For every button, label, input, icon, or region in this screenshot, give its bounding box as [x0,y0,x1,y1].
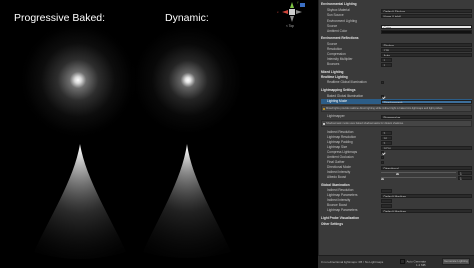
compress-lightmaps-checkbox[interactable] [381,150,385,154]
lighting-mode-dropdown[interactable]: Shadowmask [381,99,472,104]
slider-handle[interactable] [381,177,384,180]
albedo-boost-slider[interactable] [381,177,456,180]
reflection-compression-dropdown[interactable]: Auto [381,52,472,57]
lightmap-status-text: 0 non-directional lightmaps: 0B / No Lig… [321,260,384,264]
indirect-intensity-slider[interactable] [381,172,456,175]
axis-gizmo-icon[interactable] [266,0,318,34]
lightmap-padding-field[interactable]: 2 [381,140,392,145]
lightmap-parameters-dropdown[interactable]: Default-Medium [381,193,472,198]
orientation-gizmo[interactable]: x y < Top [266,0,318,34]
reflections-foldout[interactable]: Environment Reflections [321,36,472,41]
gizmo-view-label[interactable]: < Top [286,24,294,28]
indirect-resolution-field[interactable]: 2 [381,130,392,135]
dynamic-spot-light-cone [143,144,231,258]
lightmapper-dropdown[interactable]: Progressive [381,114,472,119]
baked-gi-checkbox[interactable] [381,94,385,98]
progressive-baked-caption: Progressive Baked: [14,12,106,24]
lighting-mode-row[interactable]: Lighting Mode Shadowmask [321,99,472,104]
dynamic-point-light-glow [130,22,246,138]
albedo-boost-field[interactable]: 1 [458,175,472,180]
realtime-gi-row: Realtime Global Illumination [321,80,472,85]
sun-source-field[interactable]: None (Light) [381,13,472,18]
lightmap-parameters-dropdown-2[interactable]: Default-Medium [381,208,472,213]
reflection-resolution-dropdown[interactable]: 128 [381,47,472,52]
gizmo-x-label: x [277,10,279,14]
shadowmask-hint: Shadowmask mode uses baked shadowmasks f… [321,120,472,127]
baked-spot-light-cone [34,144,126,259]
sun-source-row: Sun Source None (Light) [321,13,472,18]
reflection-bounces-field[interactable]: 1 [381,62,392,67]
gi-row-5: Lightmap Parameters Default-Medium [321,208,472,213]
env-source-dropdown[interactable]: Color [381,24,472,29]
generate-lighting-button[interactable]: Generate Lighting [442,258,470,265]
warning-icon [322,107,326,111]
scene-view[interactable]: Progressive Baked: Dynamic: [0,0,266,267]
final-gather-checkbox[interactable] [381,160,385,164]
realtime-gi-checkbox[interactable] [381,80,385,84]
intensity-multiplier-field[interactable]: 1 [381,57,392,62]
lightmapping-foldout[interactable]: Lightmapping Settings [321,88,472,93]
auto-generate-checkbox[interactable] [400,258,405,264]
albedo-boost-row: Albedo Boost 1 [321,175,472,180]
light-probe-foldout[interactable]: Light Probe Visualization [321,216,472,221]
gi-field-3[interactable] [381,198,392,203]
skybox-material-field[interactable]: Default-Skybox [381,8,472,13]
reflection-bounces-row: Bounces 1 [321,62,472,67]
mixed-lighting-hint: Mixed lights provide realtime direct lig… [321,105,472,112]
directional-mode-dropdown[interactable]: Directional [381,165,472,170]
baked-point-light-glow [20,22,136,138]
gi-field-1[interactable] [381,188,392,193]
lightmap-resolution-field[interactable]: 10 [381,135,392,140]
gizmo-y-label: y [297,0,299,4]
environment-header: Environmental Lighting [321,2,357,6]
lighting-inspector-panel: Environmental Lighting Skybox Material D… [318,0,474,267]
gi-field-4[interactable] [381,203,392,208]
lighting-bottom-bar: 0 non-directional lightmaps: 0B / No Lig… [318,255,474,268]
other-settings-foldout[interactable]: Other Settings [321,222,472,227]
reflection-source-dropdown[interactable]: Skybox [381,42,472,47]
info-icon [322,122,326,126]
lightmap-size-dropdown[interactable]: 1024 [381,145,472,150]
lightmapper-row: Lightmapper Progressive [321,114,472,119]
indirect-intensity-field[interactable]: 1 [458,170,472,175]
ambient-color-swatch[interactable] [381,29,472,34]
ambient-occlusion-checkbox[interactable] [381,155,385,159]
ambient-color-row: Ambient Color [321,29,472,34]
environment-foldout[interactable]: Environmental Lighting [321,2,472,7]
